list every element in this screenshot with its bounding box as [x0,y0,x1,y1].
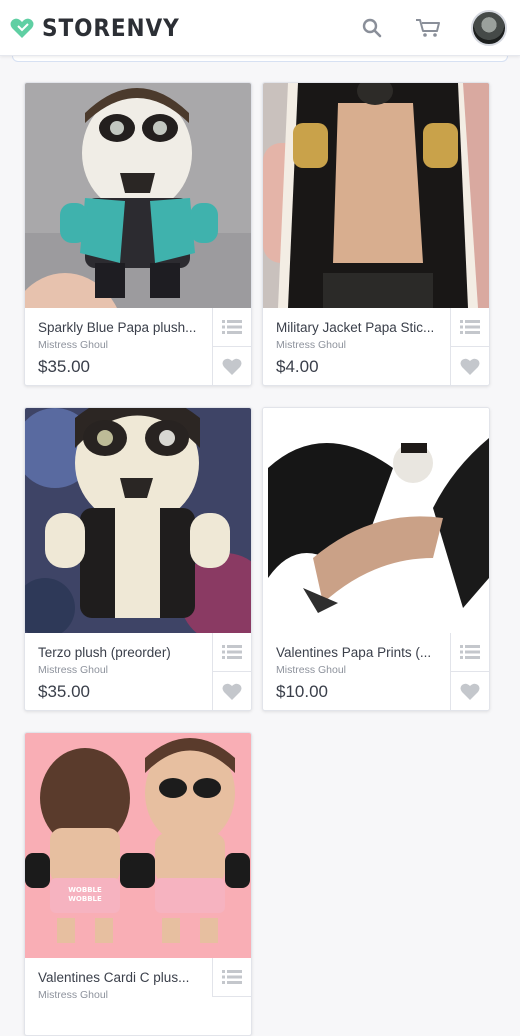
product-title[interactable]: Valentines Papa Prints (... [276,645,441,660]
search-icon [362,18,382,38]
cart-icon [416,19,440,37]
favorite-button[interactable] [212,672,251,710]
seller-name[interactable]: Mistress Ghoul [38,664,108,676]
product-image[interactable] [263,83,489,308]
heart-icon [460,358,480,375]
product-price: $10.00 [276,682,328,701]
product-info[interactable]: Military Jacket Papa Stic... Mistress Gh… [263,308,450,385]
product-image[interactable] [25,408,251,633]
add-to-list-button[interactable] [212,958,251,997]
add-to-list-button[interactable] [450,633,489,672]
product-info[interactable]: Valentines Papa Prints (... Mistress Gho… [263,633,450,710]
product-title[interactable]: Valentines Cardi C plus... [38,970,203,985]
brand-name: STORENVY [42,14,180,42]
favorite-button[interactable] [450,672,489,710]
list-icon [222,645,242,659]
add-to-list-button[interactable] [212,308,251,347]
product-title[interactable]: Terzo plush (preorder) [38,645,203,660]
product-info[interactable]: Valentines Cardi C plus... Mistress Ghou… [25,958,212,1035]
user-avatar[interactable] [471,10,507,46]
heart-icon [222,358,242,375]
product-title[interactable]: Sparkly Blue Papa plush... [38,320,203,335]
heart-icon [222,683,242,700]
seller-name[interactable]: Mistress Ghoul [276,664,346,676]
product-image[interactable] [263,408,489,633]
seller-name[interactable]: Mistress Ghoul [38,989,108,1001]
heart-tag-logo-icon [10,18,34,38]
favorite-button[interactable] [212,347,251,385]
product-card[interactable]: WOBBLE WOBBLE Valentines Cardi C plus...… [24,732,252,1036]
search-button[interactable] [358,14,386,42]
storenvy-logo[interactable]: STORENVY [9,14,195,42]
list-icon [460,645,480,659]
add-to-list-button[interactable] [212,633,251,672]
seller-name[interactable]: Mistress Ghoul [276,339,346,351]
cart-button[interactable] [414,14,442,42]
product-title[interactable]: Military Jacket Papa Stic... [276,320,441,335]
wobble-print-2: WOBBLE [68,895,102,903]
product-card[interactable]: Valentines Papa Prints (... Mistress Gho… [262,407,490,711]
product-card[interactable]: Military Jacket Papa Stic... Mistress Gh… [262,82,490,386]
product-image[interactable] [25,83,251,308]
product-image[interactable]: WOBBLE WOBBLE [25,733,251,958]
add-to-list-button[interactable] [450,308,489,347]
list-icon [460,320,480,334]
wobble-print: WOBBLE [68,886,102,894]
favorite-button[interactable] [450,347,489,385]
list-icon [222,320,242,334]
product-card[interactable]: Sparkly Blue Papa plush... Mistress Ghou… [24,82,252,386]
product-info[interactable]: Terzo plush (preorder) Mistress Ghoul $3… [25,633,212,710]
list-icon [222,970,242,984]
product-info[interactable]: Sparkly Blue Papa plush... Mistress Ghou… [25,308,212,385]
seller-name[interactable]: Mistress Ghoul [38,339,108,351]
product-card[interactable]: Terzo plush (preorder) Mistress Ghoul $3… [24,407,252,711]
product-price: $35.00 [38,682,90,701]
product-price: $35.00 [38,357,90,376]
product-price: $4.00 [276,357,319,376]
top-nav-bar: STORENVY [0,0,520,56]
heart-icon [460,683,480,700]
